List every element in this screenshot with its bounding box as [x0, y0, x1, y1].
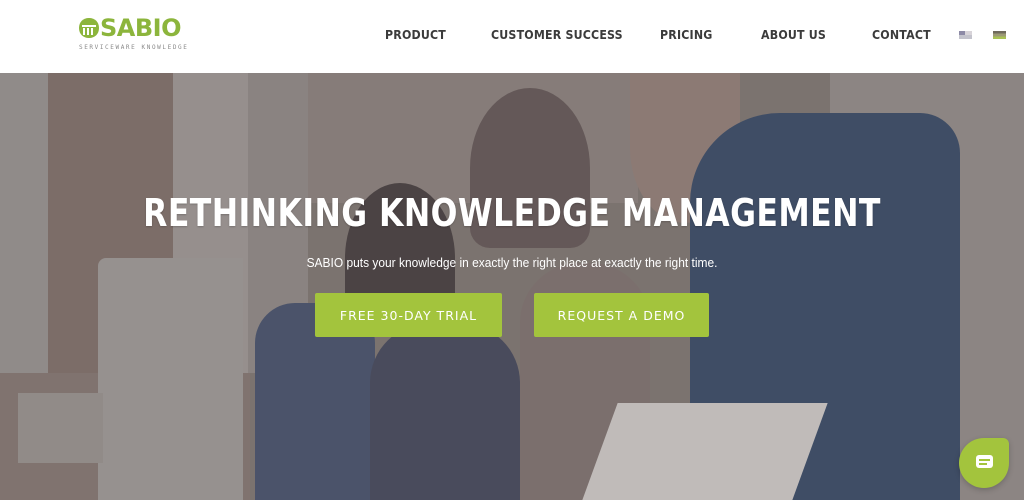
flag-english-icon[interactable]	[959, 31, 972, 39]
hero-section: RETHINKING KNOWLEDGE MANAGEMENT SABIO pu…	[0, 73, 1024, 500]
nav-item-customer-success[interactable]: CUSTOMER SUCCESS	[491, 28, 623, 42]
chat-widget-button[interactable]	[959, 438, 1009, 488]
columns-leaf-icon	[79, 18, 99, 38]
nav-item-pricing[interactable]: PRICING	[660, 28, 713, 42]
hero-title: RETHINKING KNOWLEDGE MANAGEMENT	[143, 191, 881, 235]
brand-tagline: SERVICEWARE KNOWLEDGE	[79, 44, 189, 51]
chat-bubble-icon	[976, 455, 993, 468]
site-header: SABIO SERVICEWARE KNOWLEDGE PRODUCT CUST…	[0, 0, 1024, 73]
nav-item-about-us[interactable]: ABOUT US	[761, 28, 826, 42]
hero-background-photo	[0, 73, 1024, 500]
hero-subtitle: SABIO puts your knowledge in exactly the…	[306, 255, 718, 270]
sabio-logo[interactable]: SABIO SERVICEWARE KNOWLEDGE	[78, 14, 188, 54]
nav-item-product[interactable]: PRODUCT	[385, 28, 446, 42]
free-trial-button[interactable]: FREE 30-DAY TRIAL	[315, 293, 502, 337]
brand-name: SABIO	[100, 14, 181, 42]
nav-item-contact[interactable]: CONTACT	[872, 28, 931, 42]
request-demo-button[interactable]: REQUEST A DEMO	[534, 293, 709, 337]
flag-german-icon[interactable]	[993, 31, 1006, 39]
